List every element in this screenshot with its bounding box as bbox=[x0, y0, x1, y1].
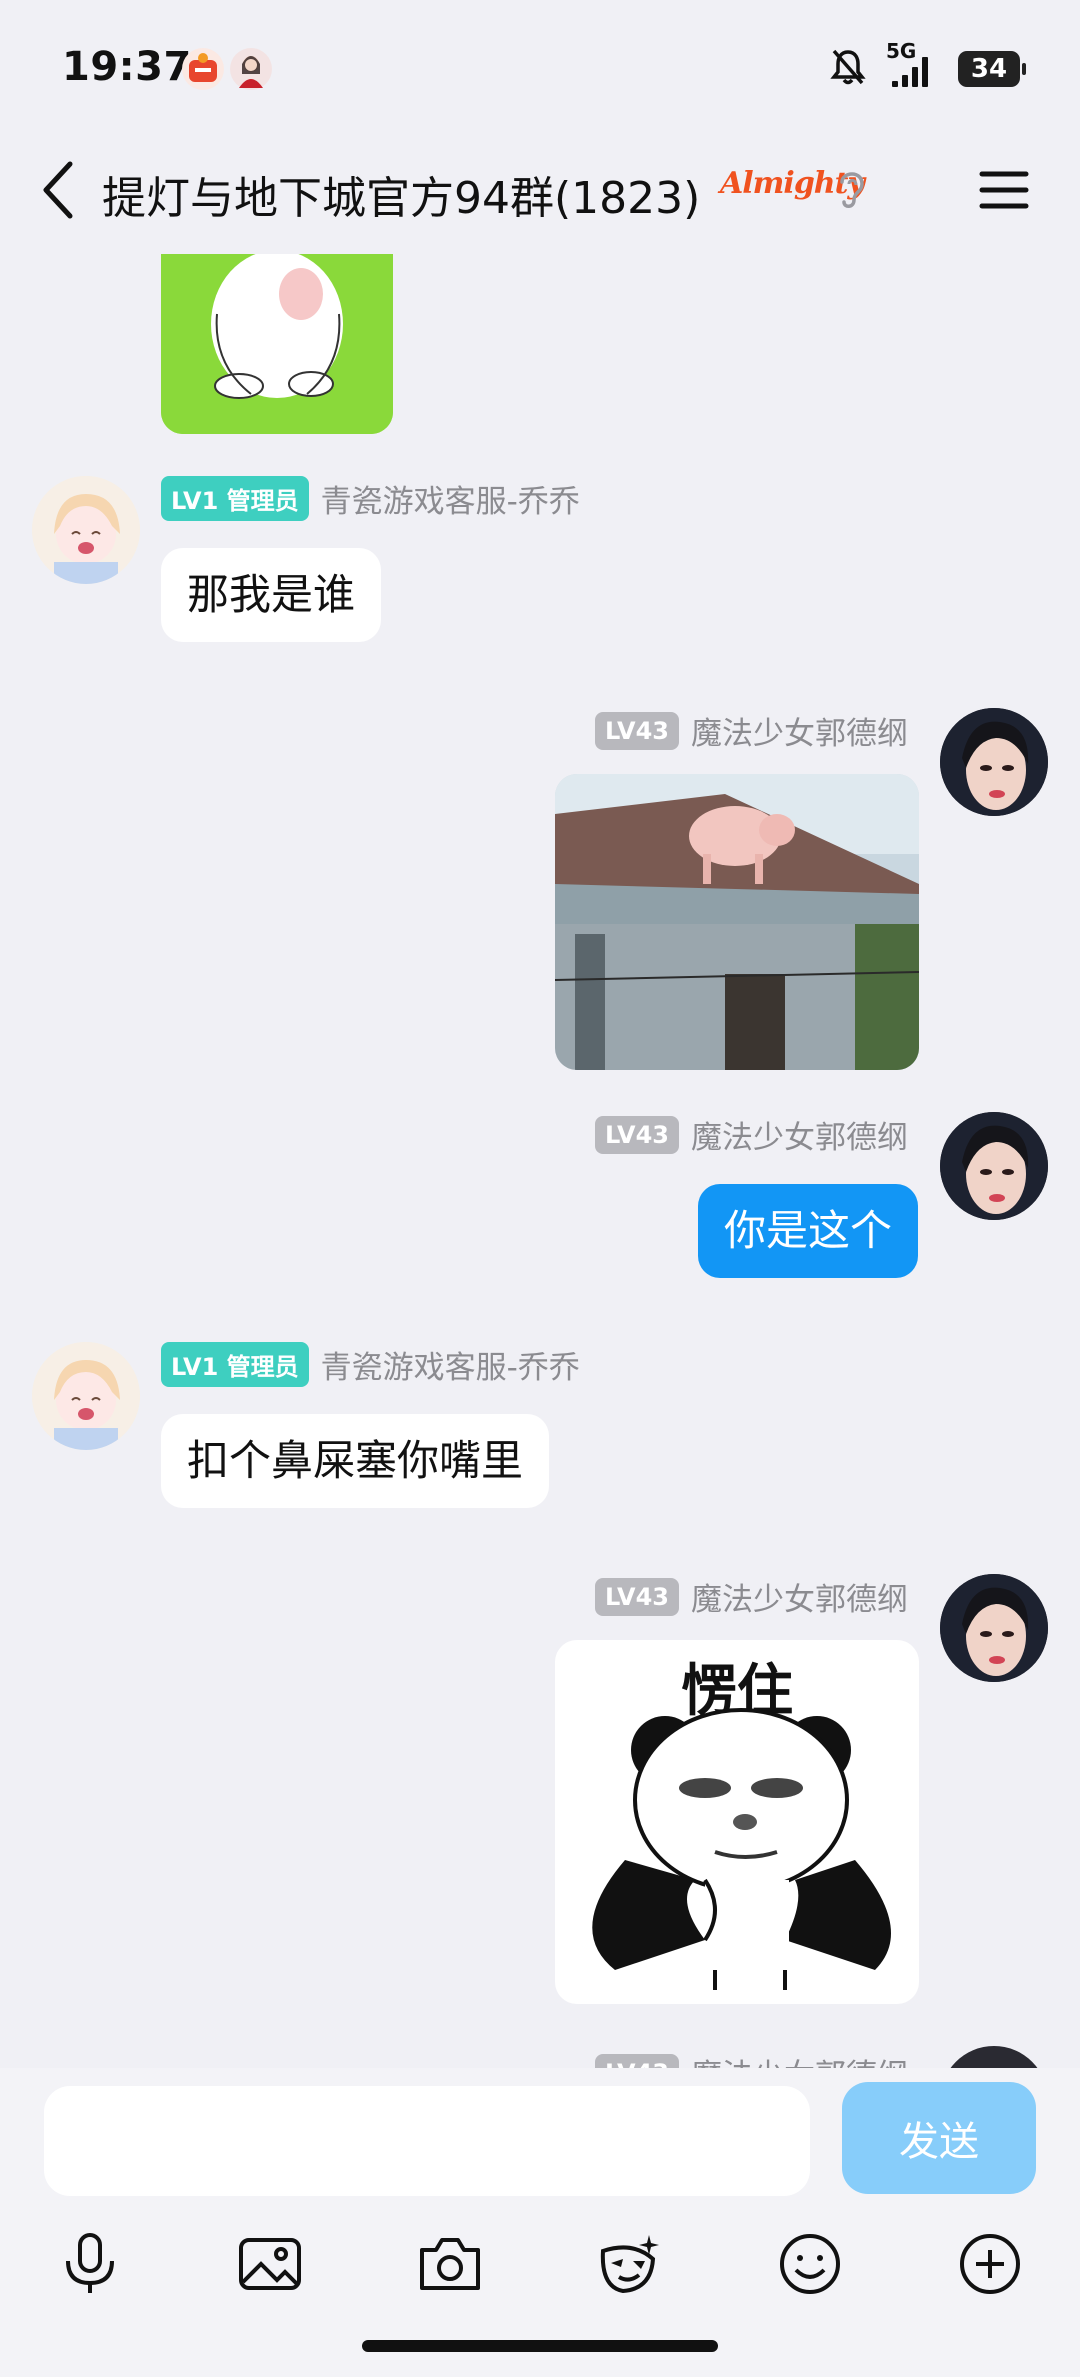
back-button[interactable] bbox=[30, 154, 86, 226]
chat-header: 提灯与地下城官方94群(1823) Almighty bbox=[0, 130, 1080, 250]
chevron-left-icon bbox=[43, 161, 73, 219]
ear-icon[interactable] bbox=[832, 164, 872, 214]
bell-muted-icon bbox=[830, 48, 866, 90]
sticker-image[interactable] bbox=[161, 254, 393, 434]
sticker-image[interactable]: 愣住 bbox=[555, 1640, 919, 2004]
role-text: 管理员 bbox=[226, 487, 299, 515]
avatar-image bbox=[940, 1112, 1048, 1220]
sender-name[interactable]: 魔法少女郭德纲 bbox=[691, 708, 908, 753]
level-badge: LV43 bbox=[595, 1577, 679, 1616]
battery-icon: 34 bbox=[958, 51, 1026, 87]
message-bubble[interactable]: 扣个鼻屎塞你嘴里 bbox=[161, 1414, 550, 1508]
plus-icon[interactable] bbox=[952, 2226, 1028, 2302]
app-notification-icon bbox=[182, 48, 224, 90]
app-notification-icon bbox=[230, 48, 272, 90]
camera-icon[interactable] bbox=[412, 2226, 488, 2302]
pig-on-roof-image bbox=[555, 774, 919, 1070]
avatar[interactable] bbox=[940, 1574, 1048, 1682]
role-text: 管理员 bbox=[226, 1353, 299, 1381]
avatar-image bbox=[940, 1574, 1048, 1682]
emoji-icon[interactable] bbox=[772, 2226, 848, 2302]
level-text: LV1 bbox=[171, 1353, 219, 1381]
sender-line: LV43 魔法少女郭德纲 bbox=[595, 1574, 908, 1619]
avatar[interactable] bbox=[940, 1112, 1048, 1220]
message-bubble[interactable]: 你是这个 bbox=[697, 1184, 918, 1278]
signal-icon: 5G bbox=[886, 39, 936, 89]
message-input[interactable] bbox=[44, 2086, 810, 2196]
avatar[interactable] bbox=[32, 476, 140, 584]
admin-level-badge: LV1 管理员 bbox=[161, 1342, 309, 1387]
message-bubble[interactable]: 那我是谁 bbox=[161, 548, 382, 642]
hamburger-menu-icon bbox=[979, 171, 1029, 209]
avatar[interactable] bbox=[32, 1342, 140, 1450]
level-badge: LV43 bbox=[595, 1115, 679, 1154]
level-text: LV1 bbox=[171, 487, 219, 515]
avatar[interactable] bbox=[940, 708, 1048, 816]
cat-sticker-image bbox=[161, 254, 393, 434]
home-indicator[interactable] bbox=[362, 2340, 718, 2352]
avatar-image bbox=[32, 1342, 140, 1450]
level-badge: LV43 bbox=[595, 711, 679, 750]
sender-name[interactable]: 魔法少女郭德纲 bbox=[691, 1112, 908, 1157]
sender-name[interactable]: 青瓷游戏客服-乔乔 bbox=[321, 476, 580, 521]
sender-line: LV43 魔法少女郭德纲 bbox=[595, 1112, 908, 1157]
image-icon[interactable] bbox=[232, 2226, 308, 2302]
group-title[interactable]: 提灯与地下城官方94群(1823) bbox=[102, 162, 700, 226]
sticker-icon[interactable] bbox=[590, 2226, 666, 2302]
sender-name[interactable]: 青瓷游戏客服-乔乔 bbox=[321, 1342, 580, 1387]
mic-icon[interactable] bbox=[52, 2226, 128, 2302]
status-indicators: 5G 34 bbox=[830, 39, 1026, 90]
panda-meme-image bbox=[592, 1708, 891, 1990]
sender-line: LV1 管理员 青瓷游戏客服-乔乔 bbox=[161, 1342, 580, 1387]
sender-name[interactable]: 魔法少女郭德纲 bbox=[691, 1574, 908, 1619]
composer: 发送 bbox=[0, 2068, 1080, 2377]
sender-line: LV1 管理员 青瓷游戏客服-乔乔 bbox=[161, 476, 580, 521]
image-message[interactable] bbox=[555, 774, 919, 1070]
admin-level-badge: LV1 管理员 bbox=[161, 476, 309, 521]
avatar-image bbox=[32, 476, 140, 584]
menu-button[interactable] bbox=[974, 160, 1034, 220]
send-button[interactable]: 发送 bbox=[842, 2082, 1036, 2194]
avatar-image bbox=[940, 708, 1048, 816]
sender-line: LV43 魔法少女郭德纲 bbox=[595, 708, 908, 753]
status-time: 19:37 bbox=[62, 44, 192, 90]
